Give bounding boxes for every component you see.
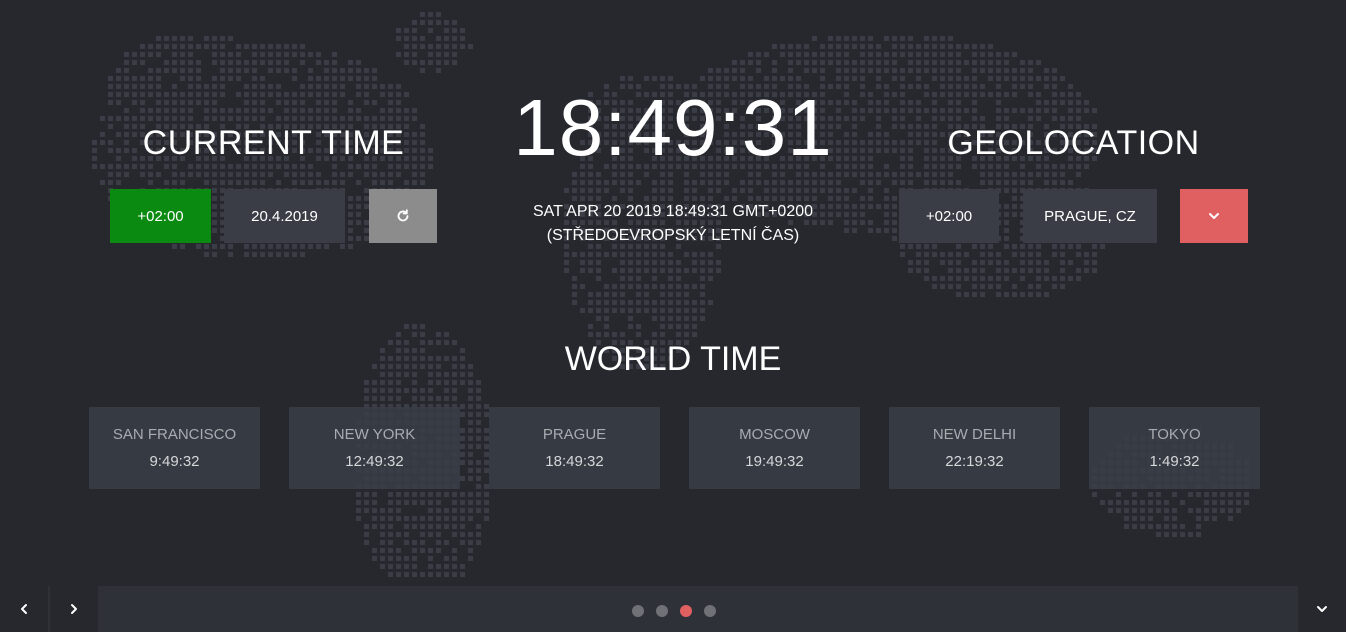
refresh-icon xyxy=(397,209,409,222)
city-card-new-york[interactable]: NEW YORK 12:49:32 xyxy=(289,407,460,489)
city-card-san-francisco[interactable]: SAN FRANCISCO 9:49:32 xyxy=(89,407,260,489)
pagination-dot-3[interactable] xyxy=(680,605,692,617)
pagination-dot-1[interactable] xyxy=(632,605,644,617)
city-name: PRAGUE xyxy=(542,426,607,443)
chevron-right-icon xyxy=(71,604,77,614)
main-clock: 18:49:31 xyxy=(513,83,833,172)
city-time: 18:49:32 xyxy=(545,453,604,470)
current-offset-badge[interactable]: +02:00 xyxy=(110,189,211,243)
city-card-tokyo[interactable]: TOKYO 1:49:32 xyxy=(1089,407,1260,489)
city-name: MOSCOW xyxy=(739,426,810,443)
next-slide-button[interactable] xyxy=(50,586,98,632)
geo-location-field[interactable]: PRAGUE, CZ xyxy=(1023,189,1157,243)
full-date-text: SAT APR 20 2019 18:49:31 GMT+0200 (STŘED… xyxy=(473,200,873,248)
city-time: 22:19:32 xyxy=(945,453,1004,470)
city-card-moscow[interactable]: MOSCOW 19:49:32 xyxy=(689,407,860,489)
city-name: NEW YORK xyxy=(333,426,416,443)
pagination-dot-2[interactable] xyxy=(656,605,668,617)
city-card-prague[interactable]: PRAGUE 18:49:32 xyxy=(489,407,660,489)
city-time: 19:49:32 xyxy=(745,453,804,470)
city-list: SAN FRANCISCO 9:49:32 NEW YORK 12:49:32 … xyxy=(89,407,1260,489)
geolocation-title: GEOLOCATION xyxy=(947,124,1200,162)
city-time: 1:49:32 xyxy=(1149,453,1200,470)
pagination-dot-4[interactable] xyxy=(704,605,716,617)
chevron-down-icon xyxy=(1209,213,1219,219)
chevron-left-icon xyxy=(21,604,27,614)
city-card-new-delhi[interactable]: NEW DELHI 22:19:32 xyxy=(889,407,1060,489)
city-time: 12:49:32 xyxy=(345,453,404,470)
location-dropdown-button[interactable] xyxy=(1180,189,1248,243)
pagination-dots xyxy=(632,605,716,617)
full-date-line: SAT APR 20 2019 18:49:31 GMT+0200 xyxy=(532,203,814,220)
current-time-title: CURRENT TIME xyxy=(142,124,405,162)
world-time-title: WORLD TIME xyxy=(564,340,782,378)
geo-offset-field[interactable]: +02:00 xyxy=(899,189,999,243)
city-name: NEW DELHI xyxy=(932,426,1017,443)
footer-bar xyxy=(0,586,1346,632)
city-time: 9:49:32 xyxy=(149,453,200,470)
world-clock-page: CURRENT TIME +02:00 20.4.2019 18:49:31 S… xyxy=(0,0,1346,632)
refresh-button[interactable] xyxy=(369,189,437,243)
current-date-field[interactable]: 20.4.2019 xyxy=(224,189,345,243)
expand-button[interactable] xyxy=(1298,586,1346,632)
prev-slide-button[interactable] xyxy=(0,586,48,632)
timezone-name: (STŘEDOEVROPSKÝ LETNÍ ČAS) xyxy=(546,227,800,244)
city-name: SAN FRANCISCO xyxy=(112,426,237,443)
city-name: TOKYO xyxy=(1148,426,1201,443)
chevron-down-icon xyxy=(1317,606,1327,612)
